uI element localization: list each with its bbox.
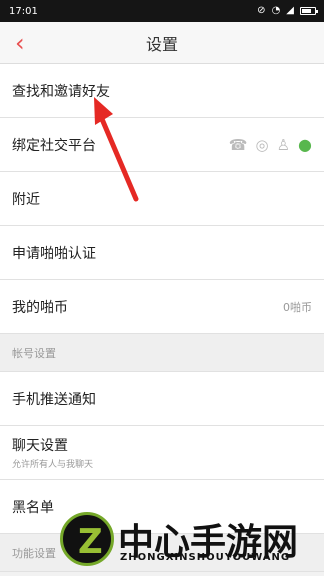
status-icons: ⊘ ◔ ◢ [257, 5, 318, 16]
find-invite-friends[interactable]: 查找和邀请好友 [0, 64, 324, 118]
chat-label: 聊天设置 [12, 438, 68, 454]
coins-value: 0啪币 [283, 300, 312, 314]
phone-icon: ☎ [228, 135, 248, 154]
chat-hint: 允许所有人与我聊天 [12, 460, 94, 470]
back-button[interactable]: ‹ [15, 31, 25, 55]
account-section-label: 帐号设置 [12, 346, 56, 360]
battery-icon [300, 7, 318, 15]
bind-social-label: 绑定社交平台 [12, 137, 96, 154]
watermark-subtitle: ZHONGXINSHOUYOUWANG [120, 552, 291, 563]
social-icons: ☎ ◎ ♙ ● [229, 135, 312, 154]
account-settings-section: 帐号设置 [0, 334, 324, 372]
qq-icon: ♙ [276, 135, 291, 154]
settings-header: ‹ 设置 [0, 22, 324, 64]
find-invite-label: 查找和邀请好友 [12, 83, 110, 100]
nearby[interactable]: 附近 [0, 172, 324, 226]
my-coins[interactable]: 我的啪币 0啪币 [0, 280, 324, 334]
wechat-icon: ● [298, 135, 312, 154]
signal-icon: ◢ [286, 5, 294, 16]
page-title: 设置 [145, 34, 178, 54]
status-time: 17:01 [9, 5, 38, 17]
function-section-label: 功能设置 [12, 546, 56, 560]
settings-list: 查找和邀请好友 绑定社交平台 ☎ ◎ ♙ ● 附近 申请啪啪认证 我的啪币 0啪… [0, 64, 324, 572]
blacklist-label: 黑名单 [12, 499, 54, 516]
apply-verification[interactable]: 申请啪啪认证 [0, 226, 324, 280]
mute-icon: ⊘ [257, 5, 266, 16]
verification-label: 申请啪啪认证 [12, 245, 96, 262]
push-notifications[interactable]: 手机推送通知 [0, 372, 324, 426]
chat-settings[interactable]: 聊天设置 允许所有人与我聊天 [0, 426, 324, 480]
wifi-icon: ◔ [271, 5, 281, 16]
weibo-icon: ◎ [255, 135, 269, 154]
bind-social-platform[interactable]: 绑定社交平台 ☎ ◎ ♙ ● [0, 118, 324, 172]
nearby-label: 附近 [12, 191, 40, 208]
watermark: 中心手游网 ZHONGXINSHOUYOUWANG [60, 512, 324, 576]
coins-label: 我的啪币 [12, 299, 68, 316]
watermark-logo [60, 512, 114, 566]
status-bar: 17:01 ⊘ ◔ ◢ [0, 0, 324, 22]
push-label: 手机推送通知 [12, 391, 96, 408]
